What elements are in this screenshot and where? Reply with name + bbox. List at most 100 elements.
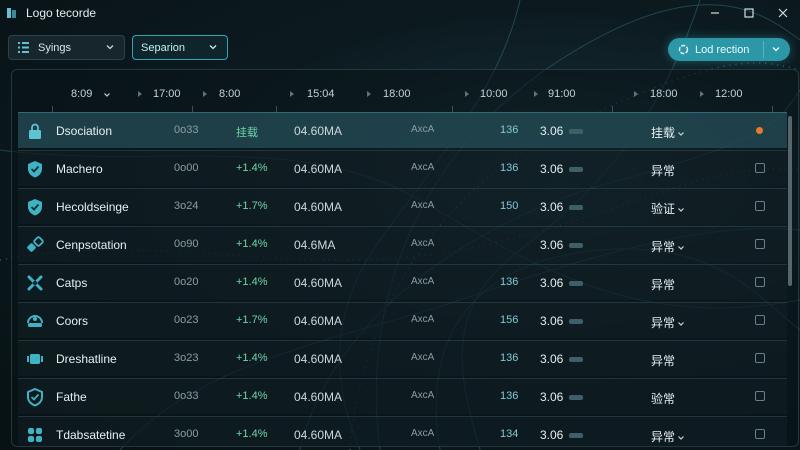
row-checkbox[interactable]	[755, 201, 765, 211]
maximize-icon	[744, 8, 754, 18]
row-checkbox[interactable]	[755, 277, 765, 287]
minimize-button[interactable]	[698, 0, 732, 26]
row-checkbox[interactable]	[755, 391, 765, 401]
table-header: 8:09 17:00 8:00 15:04 18:00 10:00 91:00 …	[12, 70, 798, 112]
row-status-label: 异常	[651, 354, 676, 368]
table-row[interactable]: Dreshatline 3o23 +1.4% 04.60MA AxcA 136 3.06 异常	[18, 340, 787, 376]
close-icon	[778, 8, 788, 18]
row-status[interactable]: 异常	[651, 314, 685, 331]
chevron-down-icon	[106, 45, 114, 50]
column-header[interactable]: 91:00	[548, 88, 576, 100]
row-name: Dsociation	[56, 124, 113, 138]
column-header[interactable]: 18:00	[650, 88, 678, 100]
separator-dropdown-label: Separion	[141, 41, 186, 54]
row-checkbox[interactable]	[755, 163, 765, 173]
row-bar	[569, 433, 583, 438]
table-row[interactable]: Machero 0o00 +1.4% 04.60MA AxcA 136 3.06 异常	[18, 150, 787, 186]
table-row[interactable]: Coors 0o23 +1.7% 04.60MA AxcA 156 3.06 异常	[18, 302, 787, 338]
row-count: 134	[500, 428, 519, 440]
column-header[interactable]: 8:09	[71, 88, 92, 100]
row-checkbox[interactable]	[755, 353, 765, 363]
chevron-down-icon	[678, 131, 684, 136]
row-checkbox[interactable]	[755, 239, 765, 249]
row-bar	[569, 395, 583, 400]
row-status-label: 异常	[651, 316, 676, 330]
row-rate: 04.60MA	[294, 276, 343, 290]
row-unit: AxcA	[411, 124, 435, 135]
row-status-label: 异常	[651, 278, 676, 292]
column-header[interactable]: 17:00	[153, 88, 181, 100]
vertical-scrollbar[interactable]	[788, 116, 792, 286]
separator-dropdown[interactable]: Separion	[132, 35, 228, 60]
row-status[interactable]: 验证	[651, 200, 685, 217]
row-status[interactable]: 挂载	[651, 124, 685, 141]
cross-icon	[27, 275, 43, 291]
chevron-down-icon[interactable]	[771, 44, 781, 54]
row-bar	[569, 129, 583, 134]
column-header[interactable]: 12:00	[715, 88, 743, 100]
row-rate: 04.60MA	[294, 200, 343, 214]
row-status[interactable]: 异常	[651, 238, 685, 255]
row-bar	[569, 281, 583, 286]
load-section-button[interactable]: Lod rection	[668, 38, 790, 61]
row-count: 136	[500, 276, 519, 288]
row-checkbox[interactable]	[755, 315, 765, 325]
table-row[interactable]: Cenpsotation 0o90 +1.4% 04.6MA AxcA 3.06 异常	[18, 226, 787, 262]
table-row[interactable]: Hecoldseinge 3o24 +1.7% 04.60MA AxcA 150 3.06 验…	[18, 188, 787, 224]
connect-icon	[27, 315, 43, 327]
link-icon	[27, 236, 44, 252]
button-divider	[763, 41, 764, 58]
row-status[interactable]: 异常	[651, 162, 675, 179]
row-status[interactable]: 异常	[651, 428, 685, 445]
table-row[interactable]: Tdabsatetine 3o00 +1.4% 04.60MA AxcA 134 3.06 异…	[18, 416, 787, 446]
row-status[interactable]: 异常	[651, 276, 675, 293]
row-unit: AxcA	[411, 238, 435, 249]
row-status-label: 挂载	[651, 126, 676, 140]
row-rate: 04.60MA	[294, 352, 343, 366]
row-name: Hecoldseinge	[56, 200, 129, 214]
row-value: 3.06	[540, 124, 564, 138]
row-status[interactable]: 验常	[651, 390, 675, 407]
row-value: 3.06	[540, 314, 564, 328]
row-code: 0o00	[174, 162, 199, 174]
row-bar	[569, 167, 583, 172]
chevron-down-icon	[678, 435, 684, 440]
table-row[interactable]: Catps 0o20 +1.4% 04.60MA AxcA 136 3.06 异常	[18, 264, 787, 300]
refresh-ring-icon	[678, 44, 689, 55]
row-unit: AxcA	[411, 428, 435, 439]
row-name: Catps	[56, 276, 88, 290]
settings-dropdown[interactable]: Syings	[8, 35, 125, 60]
row-unit: AxcA	[411, 352, 435, 363]
row-value: 3.06	[540, 200, 564, 214]
row-bar	[569, 357, 583, 362]
row-unit: AxcA	[411, 200, 435, 211]
maximize-button[interactable]	[732, 0, 766, 26]
row-checkbox[interactable]	[755, 429, 765, 439]
table-row[interactable]: Fathe 0o33 +1.4% 04.60MA AxcA 136 3.06 验常	[18, 378, 787, 414]
settings-dropdown-label: Syings	[38, 41, 72, 54]
column-header[interactable]: 15:04	[307, 88, 335, 100]
row-value: 3.06	[540, 162, 564, 176]
row-code: 0o20	[174, 276, 199, 288]
row-name: Dreshatline	[56, 352, 117, 366]
row-code: 0o33	[174, 124, 199, 136]
row-delta: +1.7%	[236, 314, 268, 326]
table-row[interactable]: Dsociation 0o33 挂载 04.60MA AxcA 136 3.06 挂载	[18, 112, 787, 148]
row-count: 150	[500, 200, 519, 212]
row-code: 0o33	[174, 390, 199, 402]
chevron-down-icon[interactable]	[103, 91, 111, 99]
row-rate: 04.60MA	[294, 428, 343, 442]
column-header[interactable]: 8:00	[219, 88, 240, 100]
column-header[interactable]: 10:00	[480, 88, 508, 100]
data-table: 8:09 17:00 8:00 15:04 18:00 10:00 91:00 …	[11, 69, 799, 447]
close-button[interactable]	[766, 0, 800, 26]
column-header[interactable]: 18:00	[383, 88, 411, 100]
alert-dot	[756, 127, 763, 134]
row-status[interactable]: 异常	[651, 352, 675, 369]
row-unit: AxcA	[411, 390, 435, 401]
row-unit: AxcA	[411, 162, 435, 173]
row-status-label: 异常	[651, 164, 676, 178]
grid-icon	[18, 42, 29, 53]
video-icon	[27, 354, 43, 364]
row-name: Tdabsatetine	[56, 428, 126, 442]
